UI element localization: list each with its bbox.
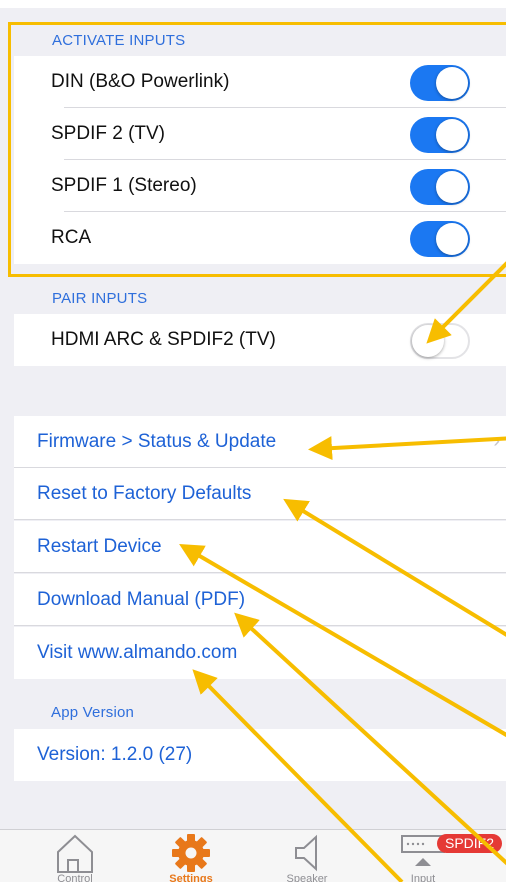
reset-factory-defaults-link[interactable]: Reset to Factory Defaults [37, 468, 251, 520]
toggle-spdif1[interactable] [410, 169, 470, 205]
restart-row[interactable]: Restart Device [14, 521, 506, 573]
input-label-din: DIN (B&O Powerlink) [51, 71, 230, 92]
divider [14, 625, 506, 626]
input-row-rca: RCA [14, 212, 506, 264]
top-strip [0, 0, 506, 8]
toggle-knob [412, 325, 444, 357]
input-row-spdif1: SPDIF 1 (Stereo) [14, 160, 506, 212]
tab-speaker-label: Speaker [286, 873, 328, 882]
toggle-knob [436, 223, 468, 255]
tab-control[interactable]: Control [20, 830, 130, 882]
restart-device-link[interactable]: Restart Device [37, 521, 162, 573]
input-label-spdif1: SPDIF 1 (Stereo) [51, 175, 197, 196]
app-version-header: App Version [51, 704, 135, 721]
input-label-rca: RCA [51, 227, 92, 248]
chevron-right-icon: › [493, 430, 500, 452]
toggle-knob [436, 67, 468, 99]
section-header-app-version: App Version [0, 679, 506, 729]
toggle-spdif2[interactable] [410, 117, 470, 153]
firmware-link[interactable]: Firmware > Status & Update [37, 416, 276, 468]
version-row: Version: 1.2.0 (27) [14, 729, 506, 781]
settings-page: ACTIVATE INPUTS DIN (B&O Powerlink) SPDI… [0, 0, 506, 882]
house-icon [57, 834, 93, 873]
tab-bar: Control Settings Speaker Input [0, 829, 506, 882]
toggle-knob [436, 171, 468, 203]
input-status-badge: SPDIF2 [437, 834, 503, 853]
tab-settings-label: Settings [169, 873, 213, 882]
tab-speaker[interactable]: Speaker [252, 830, 362, 882]
pair-label-hdmi-arc: HDMI ARC & SPDIF2 (TV) [51, 329, 276, 350]
tab-control-label: Control [57, 873, 93, 882]
manual-row[interactable]: Download Manual (PDF) [14, 574, 506, 626]
download-manual-link[interactable]: Download Manual (PDF) [37, 574, 245, 626]
tab-input-label: Input [410, 873, 436, 882]
speaker-icon [295, 834, 317, 872]
toggle-rca[interactable] [410, 221, 470, 257]
divider [14, 519, 506, 520]
firmware-row[interactable]: Firmware > Status & Update › [14, 416, 506, 468]
pair-row-hdmi-arc: HDMI ARC & SPDIF2 (TV) [14, 314, 506, 366]
pair-inputs-header: PAIR INPUTS [52, 290, 148, 307]
toggle-hdmi-arc[interactable] [410, 323, 470, 359]
divider [14, 572, 506, 573]
input-label-spdif2: SPDIF 2 (TV) [51, 123, 166, 144]
gear-icon [172, 834, 210, 872]
activate-inputs-header: ACTIVATE INPUTS [52, 32, 186, 49]
input-row-din: DIN (B&O Powerlink) [14, 56, 506, 108]
section-header-pair-inputs: PAIR INPUTS [0, 264, 506, 314]
version-text: Version: 1.2.0 (27) [37, 744, 193, 765]
tab-settings[interactable]: Settings [136, 830, 246, 882]
reset-row[interactable]: Reset to Factory Defaults [14, 468, 506, 520]
section-header-activate-inputs: ACTIVATE INPUTS [0, 8, 506, 56]
toggle-din[interactable] [410, 65, 470, 101]
website-row[interactable]: Visit www.almando.com [14, 627, 506, 679]
toggle-knob [436, 119, 468, 151]
visit-website-link[interactable]: Visit www.almando.com [37, 627, 237, 679]
input-row-spdif2: SPDIF 2 (TV) [14, 108, 506, 160]
